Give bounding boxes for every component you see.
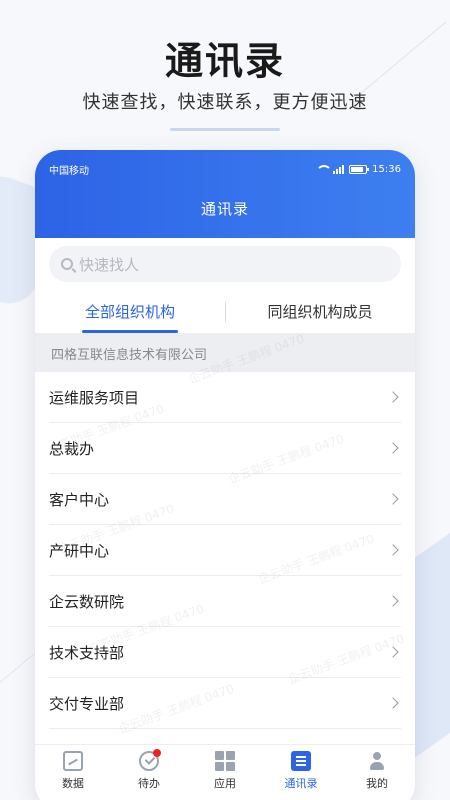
list-item[interactable]: 产研中心 [49, 525, 401, 576]
list-item[interactable]: 运维服务项目 [49, 372, 401, 423]
chevron-right-icon [387, 442, 399, 454]
wifi-icon [316, 164, 333, 174]
search-placeholder: 快速找人 [79, 255, 140, 274]
department-label: 客户中心 [49, 490, 110, 509]
list-item[interactable]: 交付专业部 [49, 678, 401, 729]
status-indicators: 15:36 [316, 164, 401, 175]
list-item[interactable]: 客户中心 [49, 474, 401, 525]
status-time: 15:36 [372, 163, 401, 175]
list-item[interactable]: 企云数研院 [49, 576, 401, 627]
department-list: 运维服务项目 总裁办 客户中心 产研中心 企云数研院 技术支持部 交付专业部 [35, 372, 415, 729]
tab-same-organization-members[interactable]: 同组织机构成员 [225, 290, 415, 333]
department-label: 技术支持部 [49, 643, 125, 662]
nav-item-apps[interactable]: 应用 [187, 751, 263, 796]
status-bar: 中国移动 15:36 [35, 150, 415, 188]
chevron-right-icon [387, 493, 399, 505]
organization-name: 四格互联信息技术有限公司 [35, 334, 415, 372]
department-label: 总裁办 [49, 439, 95, 458]
page-title: 通讯录 [200, 200, 249, 218]
hero-underline [170, 128, 280, 131]
carrier-label: 中国移动 [49, 165, 89, 177]
apps-icon [215, 751, 235, 771]
chart-icon [63, 751, 83, 771]
department-label: 交付专业部 [49, 694, 125, 713]
app-header: 中国移动 15:36 通讯录 [35, 150, 415, 238]
nav-label: 待办 [138, 777, 160, 790]
chevron-right-icon [387, 697, 399, 709]
hero-subtitle: 快速查找，快速联系，更方便迅速 [82, 92, 368, 113]
signal-icon [333, 164, 345, 174]
todo-icon [139, 749, 161, 771]
notification-badge [153, 749, 161, 757]
department-label: 产研中心 [49, 541, 110, 560]
bottom-navigation: 数据 待办 应用 通讯录 我的 [35, 744, 415, 800]
nav-item-profile[interactable]: 我的 [339, 751, 415, 796]
nav-label: 数据 [62, 777, 84, 790]
search-area: 快速找人 [35, 238, 415, 290]
nav-item-data[interactable]: 数据 [35, 751, 111, 796]
chevron-right-icon [387, 595, 399, 607]
nav-label: 通讯录 [284, 777, 318, 790]
nav-item-contacts[interactable]: 通讯录 [263, 751, 339, 796]
nav-item-todo[interactable]: 待办 [111, 749, 187, 796]
profile-icon [367, 751, 387, 771]
list-item[interactable]: 技术支持部 [49, 627, 401, 678]
nav-label: 我的 [366, 777, 388, 790]
search-icon [61, 258, 73, 270]
hero-title: 通讯录 [164, 39, 285, 83]
search-input[interactable]: 快速找人 [49, 246, 401, 282]
tab-bar: 全部组织机构 同组织机构成员 [35, 290, 415, 334]
department-label: 企云数研院 [49, 592, 125, 611]
chevron-right-icon [387, 391, 399, 403]
contacts-icon [291, 751, 311, 771]
phone-frame: 中国移动 15:36 通讯录 快速找人 全部组织机构 同组织机构成员 四格互联信… [35, 150, 415, 800]
battery-icon [349, 164, 370, 174]
tab-all-organizations[interactable]: 全部组织机构 [35, 290, 225, 333]
nav-label: 应用 [214, 777, 236, 790]
chevron-right-icon [387, 646, 399, 658]
chevron-right-icon [387, 544, 399, 556]
department-label: 运维服务项目 [49, 388, 140, 407]
list-item[interactable]: 总裁办 [49, 423, 401, 474]
